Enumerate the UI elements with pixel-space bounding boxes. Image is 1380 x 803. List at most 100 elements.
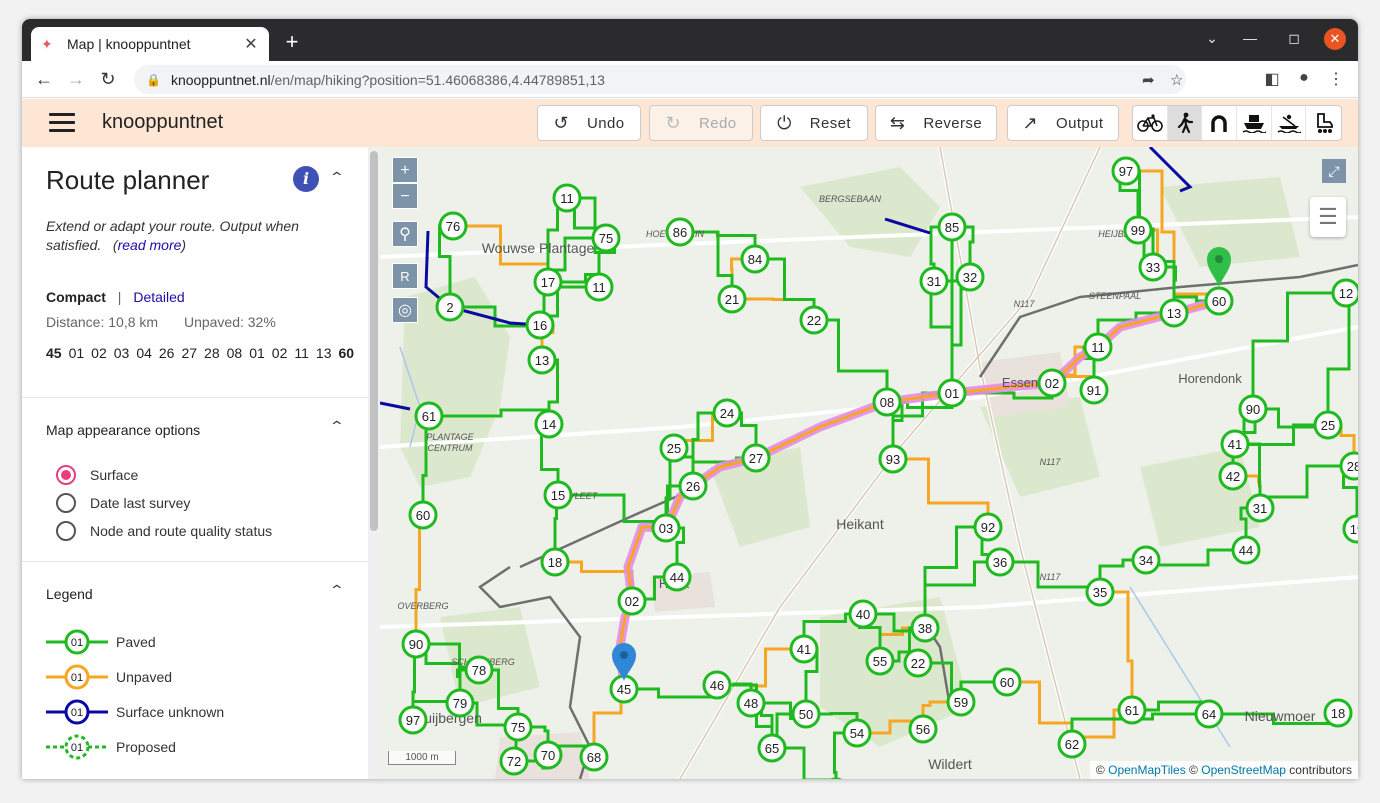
- network-node[interactable]: 11: [1083, 332, 1113, 362]
- horseshoe-mode-icon[interactable]: [1202, 106, 1238, 140]
- browser-menu-icon[interactable]: ⋮: [1326, 69, 1346, 89]
- zoom-in-button[interactable]: +: [392, 157, 418, 183]
- network-node[interactable]: 78: [464, 655, 494, 685]
- motorboat-mode-icon[interactable]: [1237, 106, 1272, 140]
- detailed-view-toggle[interactable]: Detailed: [133, 289, 184, 305]
- forward-icon[interactable]: →: [64, 67, 88, 91]
- network-node[interactable]: 41: [1220, 429, 1250, 459]
- layers-icon[interactable]: ☰: [1310, 197, 1346, 237]
- search-location-icon[interactable]: ⚲: [392, 221, 418, 247]
- reverse-button[interactable]: ⇆ Reverse: [875, 105, 997, 141]
- surface-radio-label[interactable]: Surface: [90, 467, 138, 483]
- legend-chevron-icon[interactable]: ⌃: [329, 582, 345, 599]
- collapse-chevron-icon[interactable]: ⌃: [329, 169, 345, 186]
- cycling-mode-icon[interactable]: [1133, 106, 1168, 140]
- close-tab-icon[interactable]: ✕: [243, 34, 259, 54]
- route-segment[interactable]: [1100, 590, 1134, 710]
- sidebar-scrollbar[interactable]: [368, 147, 380, 779]
- network-node[interactable]: 72: [499, 746, 529, 776]
- map-view[interactable]: Wouwse PlantageBERGSEBAANHOEVESTEINHEIJB…: [380, 147, 1358, 779]
- route-segment[interactable]: [929, 279, 954, 393]
- network-node[interactable]: 62: [1057, 729, 1087, 759]
- network-node[interactable]: 32: [955, 262, 985, 292]
- inline-skating-mode-icon[interactable]: [1306, 106, 1341, 140]
- current-location-icon[interactable]: ◎: [392, 297, 418, 323]
- reload-icon[interactable]: ↻: [96, 67, 120, 91]
- network-node[interactable]: 26: [678, 471, 708, 501]
- network-node[interactable]: 36: [985, 547, 1015, 577]
- network-node[interactable]: 17: [533, 267, 563, 297]
- reset-button[interactable]: ⏻ Reset: [760, 105, 868, 141]
- network-node[interactable]: 60: [1204, 286, 1234, 316]
- network-node[interactable]: 50: [791, 699, 821, 729]
- undo-button[interactable]: ↺ Undo: [537, 105, 641, 141]
- network-node[interactable]: 64: [1194, 699, 1224, 729]
- scrollbar-thumb[interactable]: [370, 151, 378, 531]
- network-node[interactable]: 11: [552, 183, 582, 213]
- network-node[interactable]: 16: [525, 310, 555, 340]
- hamburger-menu-icon[interactable]: [49, 113, 75, 133]
- network-node[interactable]: 44: [662, 562, 692, 592]
- network-node[interactable]: 33: [1138, 252, 1168, 282]
- fullscreen-icon[interactable]: ⤢: [1322, 159, 1346, 183]
- network-node[interactable]: 31: [919, 266, 949, 296]
- network-node[interactable]: 44: [1231, 535, 1261, 565]
- quality-status-radio[interactable]: [56, 521, 76, 541]
- network-node[interactable]: 48: [736, 688, 766, 718]
- network-node[interactable]: 65: [757, 733, 787, 763]
- network-node[interactable]: 22: [799, 305, 829, 335]
- network-node[interactable]: 2: [435, 292, 465, 322]
- network-node[interactable]: 90: [401, 629, 431, 659]
- route-segment[interactable]: [893, 457, 990, 527]
- network-node[interactable]: 90: [1238, 394, 1268, 424]
- network-node[interactable]: 56: [908, 714, 938, 744]
- hiking-mode-icon[interactable]: [1167, 106, 1203, 140]
- date-last-survey-radio[interactable]: [56, 493, 76, 513]
- network-node[interactable]: 55: [865, 646, 895, 676]
- network-node[interactable]: 18: [1323, 698, 1353, 728]
- profile-avatar-icon[interactable]: ●: [1294, 69, 1314, 87]
- start-marker-icon[interactable]: [612, 643, 636, 681]
- network-node[interactable]: 21: [717, 284, 747, 314]
- openmaptiles-link[interactable]: OpenMapTiles: [1108, 763, 1186, 777]
- network-node[interactable]: 28: [1339, 451, 1358, 481]
- network-node[interactable]: 22: [903, 648, 933, 678]
- route-segment[interactable]: [1258, 464, 1354, 508]
- network-node[interactable]: 24: [712, 398, 742, 428]
- network-node[interactable]: 25: [659, 433, 689, 463]
- date-last-survey-label[interactable]: Date last survey: [90, 495, 190, 511]
- network-node[interactable]: 46: [702, 670, 732, 700]
- network-node[interactable]: 08: [872, 387, 902, 417]
- network-node[interactable]: 02: [617, 586, 647, 616]
- surface-radio[interactable]: [56, 465, 76, 485]
- network-node[interactable]: 27: [741, 443, 771, 473]
- network-node[interactable]: 11: [584, 272, 614, 302]
- network-node[interactable]: 01: [937, 378, 967, 408]
- tab-search-icon[interactable]: ⌄: [1202, 30, 1222, 47]
- network-node[interactable]: 61: [414, 401, 444, 431]
- bookmark-star-icon[interactable]: ☆: [1170, 71, 1183, 89]
- network-node[interactable]: 34: [1131, 545, 1161, 575]
- route-segment[interactable]: [1326, 291, 1351, 425]
- network-node[interactable]: 13: [1159, 298, 1189, 328]
- network-node[interactable]: 14: [534, 409, 564, 439]
- minimize-icon[interactable]: —: [1240, 30, 1260, 46]
- network-node[interactable]: 54: [842, 718, 872, 748]
- network-node[interactable]: 40: [848, 599, 878, 629]
- map-canvas[interactable]: Wouwse PlantageBERGSEBAANHOEVESTEINHEIJB…: [380, 147, 1358, 779]
- network-node[interactable]: 79: [445, 688, 475, 718]
- network-node[interactable]: 18: [540, 547, 570, 577]
- network-node[interactable]: 25: [1313, 410, 1343, 440]
- network-node[interactable]: 76: [438, 211, 468, 241]
- network-node[interactable]: 75: [503, 712, 533, 742]
- network-node[interactable]: 68: [579, 742, 609, 772]
- network-node[interactable]: 97: [1111, 156, 1141, 186]
- network-node[interactable]: 41: [789, 634, 819, 664]
- end-marker-icon[interactable]: [1207, 247, 1231, 287]
- network-node[interactable]: 59: [946, 687, 976, 717]
- network-node[interactable]: 97: [398, 705, 428, 735]
- network-node[interactable]: 02: [1037, 368, 1067, 398]
- zoom-out-button[interactable]: −: [392, 183, 418, 209]
- network-node[interactable]: 42: [1218, 461, 1248, 491]
- network-node[interactable]: 03: [651, 513, 681, 543]
